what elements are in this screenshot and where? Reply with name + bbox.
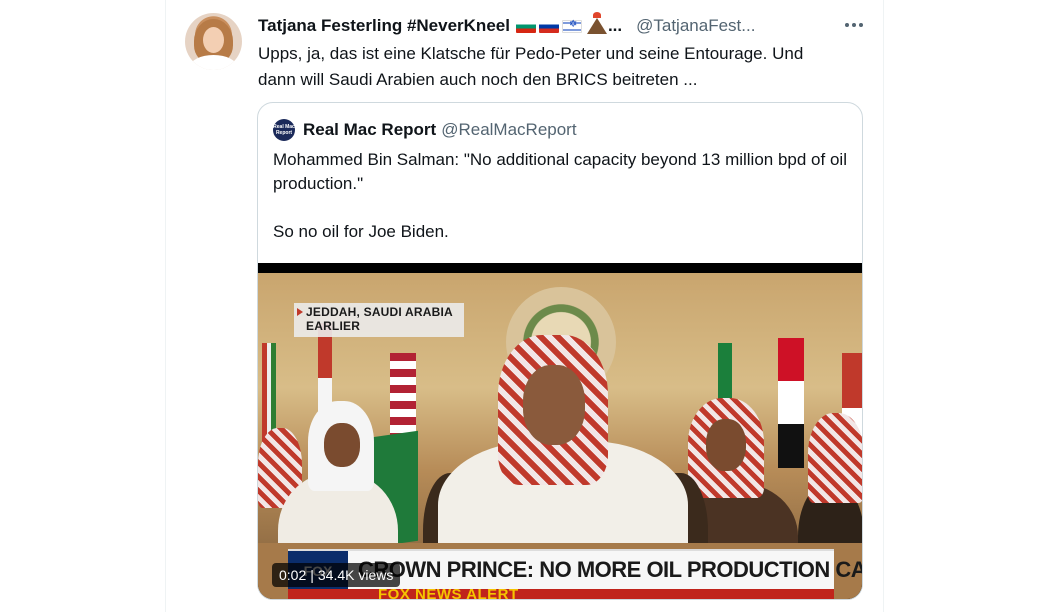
author-avatar[interactable] — [185, 13, 242, 70]
chyron-headline: CROWN PRINCE: NO MORE OIL PRODUCTION CAP… — [358, 557, 862, 582]
video-frame: JEDDAH, SAUDI ARABIA EARLIER FOX CROWN P… — [258, 273, 862, 600]
bulgaria-flag-icon — [515, 19, 536, 33]
author-handle[interactable]: @TatjanaFest... — [636, 16, 755, 36]
tweet-text: Upps, ja, das ist eine Klatsche für Pedo… — [258, 41, 858, 93]
quoted-tweet[interactable]: Real Mac Report Real Mac Report @RealMac… — [257, 102, 863, 600]
column-border-left — [165, 0, 166, 612]
person-face — [523, 365, 585, 445]
quoted-text-paragraph: Mohammed Bin Salman: "No additional capa… — [273, 150, 847, 193]
dot — [852, 23, 856, 27]
tweet-header: Tatjana Festerling #NeverKneel ... @Tatj… — [258, 12, 868, 38]
alert-bar: FOX NEWS ALERT — [288, 589, 834, 600]
avatar-shoulder — [190, 55, 237, 70]
caption-arrow-icon — [297, 308, 303, 316]
location-line: EARLIER — [306, 319, 361, 333]
tweet-text-line: dann will Saudi Arabien auch noch den BR… — [258, 70, 698, 89]
dot — [845, 23, 849, 27]
volcano-icon — [586, 12, 607, 34]
dot — [859, 23, 863, 27]
quoted-author-name[interactable]: Real Mac Report — [303, 120, 436, 140]
author-display-name[interactable]: Tatjana Festerling #NeverKneel — [258, 16, 510, 36]
column-border-right — [883, 0, 884, 612]
flag — [778, 338, 804, 468]
quoted-author-handle[interactable]: @RealMacReport — [441, 120, 576, 140]
avatar-face — [203, 27, 224, 53]
more-options-icon[interactable] — [843, 14, 865, 36]
person-headdress — [808, 413, 862, 503]
quoted-text-paragraph: So no oil for Joe Biden. — [273, 222, 449, 241]
video-time-views-badge: 0:02 | 34.4K views — [272, 563, 401, 587]
quoted-tweet-text: Mohammed Bin Salman: "No additional capa… — [273, 148, 853, 244]
person-face — [706, 419, 746, 471]
israel-flag-icon — [561, 19, 582, 33]
quoted-author-avatar[interactable]: Real Mac Report — [273, 119, 295, 141]
video-time: 0:02 — [279, 567, 307, 583]
video-player[interactable]: JEDDAH, SAUDI ARABIA EARLIER FOX CROWN P… — [258, 263, 862, 600]
tweet-text-line: Upps, ja, das ist eine Klatsche für Pedo… — [258, 44, 804, 63]
person-face — [324, 423, 360, 467]
location-line: JEDDAH, SAUDI ARABIA — [306, 305, 453, 319]
video-views: 34.4K views — [317, 567, 394, 583]
quoted-tweet-header: Real Mac Report Real Mac Report @RealMac… — [273, 118, 577, 142]
russia-flag-icon — [538, 19, 559, 33]
name-ellipsis: ... — [607, 16, 623, 35]
badge-separator: | — [310, 567, 314, 583]
alert-text: FOX NEWS ALERT — [378, 589, 519, 600]
location-caption: JEDDAH, SAUDI ARABIA EARLIER — [294, 303, 464, 337]
name-emoji-flags — [515, 12, 607, 34]
